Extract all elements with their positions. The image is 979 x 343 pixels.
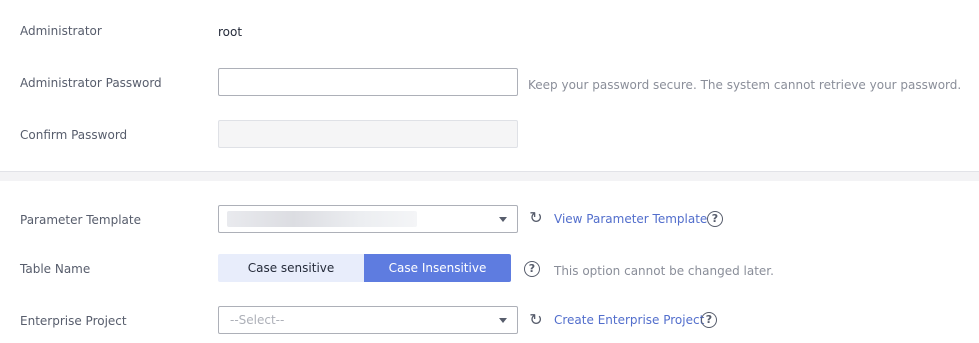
administrator-password-input[interactable]	[218, 68, 518, 96]
password-hint: Keep your password secure. The system ca…	[528, 78, 962, 92]
confirm-password-input[interactable]	[218, 120, 518, 148]
parameter-template-selected-value	[227, 211, 417, 227]
administrator-password-label: Administrator Password	[20, 76, 162, 90]
confirm-password-label: Confirm Password	[20, 128, 128, 142]
view-parameter-template-link[interactable]: View Parameter Template	[554, 212, 707, 226]
enterprise-project-placeholder: --Select--	[230, 313, 285, 327]
create-enterprise-project-link[interactable]: Create Enterprise Project	[554, 313, 704, 327]
table-name-hint: This option cannot be changed later.	[554, 264, 774, 278]
table-name-toggle: Case sensitive Case Insensitive	[218, 254, 511, 282]
question-circle-icon[interactable]: ?	[701, 312, 717, 328]
chevron-down-icon	[499, 318, 507, 323]
question-circle-icon[interactable]: ?	[524, 261, 540, 277]
refresh-icon[interactable]: ↻	[528, 312, 544, 328]
question-circle-icon[interactable]: ?	[707, 211, 723, 227]
enterprise-project-select[interactable]: --Select--	[218, 306, 518, 334]
section-separator	[0, 171, 979, 181]
enterprise-project-label: Enterprise Project	[20, 314, 127, 328]
parameter-template-label: Parameter Template	[20, 213, 142, 227]
refresh-icon[interactable]: ↻	[528, 210, 544, 226]
administrator-label: Administrator	[20, 24, 102, 38]
parameter-template-select[interactable]	[218, 205, 518, 233]
chevron-down-icon	[499, 217, 507, 222]
administrator-value: root	[218, 25, 243, 39]
table-name-label: Table Name	[20, 262, 91, 276]
case-insensitive-option[interactable]: Case Insensitive	[364, 254, 511, 282]
case-sensitive-option[interactable]: Case sensitive	[218, 254, 364, 282]
